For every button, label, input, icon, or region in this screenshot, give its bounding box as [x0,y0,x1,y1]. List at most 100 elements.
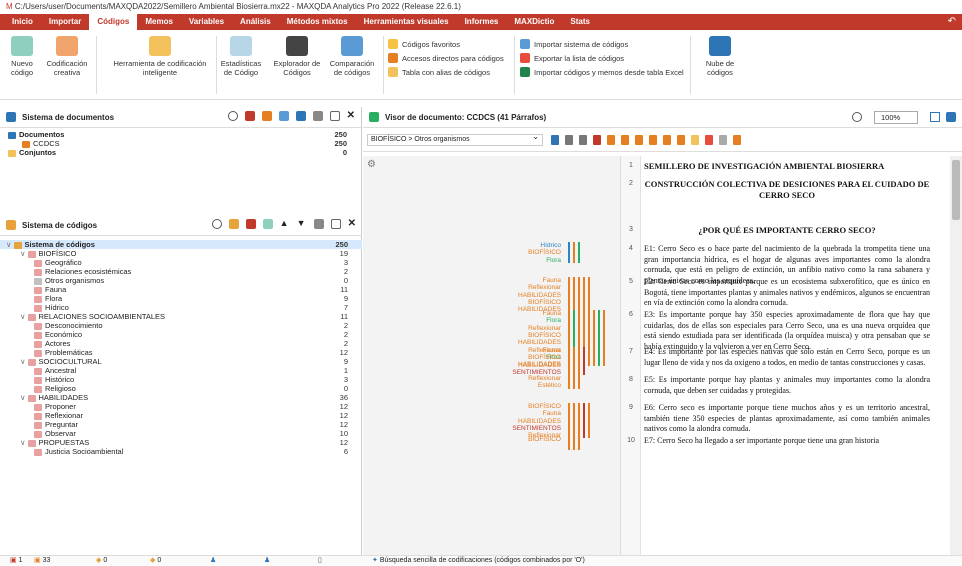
chevron-down-icon[interactable]: ∨ [20,393,26,402]
coding-tool-icon[interactable] [551,134,559,145]
code-stripe-label[interactable]: SENTIMIENTOS [481,425,561,432]
code-stripe-bar[interactable] [573,277,575,312]
code-stripe-label[interactable]: Estético [481,382,561,389]
filter-icon[interactable] [261,111,272,121]
code-system-root[interactable]: ∨ Sistema de códigos 250 [0,240,362,249]
creative-coding-button[interactable]: Codificación creativa [42,36,92,77]
code-tree-item[interactable]: ∨ BIOFÍSICO 19 [0,249,362,258]
paragraph[interactable]: E3: Es importante porque hay 350 especie… [644,310,930,352]
code-stripe-label[interactable]: BIOFÍSICO [481,354,561,361]
code-stripe-label[interactable]: HABILIDADES [481,362,561,369]
paragraph[interactable]: CONSTRUCCIÓN COLECTIVA DE DESICIONES PAR… [644,179,930,200]
code-stripe-label[interactable]: Fauna [481,277,561,284]
code-stripe-bar[interactable] [568,277,570,312]
code-stripe-bar[interactable] [583,403,585,438]
filter-icon[interactable] [245,219,256,229]
zoom-select[interactable]: 100% [874,111,918,124]
gear-icon[interactable]: ⚙ [367,159,376,170]
code-stripe-bars[interactable] [568,347,585,375]
code-stripe-bar[interactable] [603,310,605,366]
viewer-search-icon[interactable] [852,112,862,122]
code-stats-button[interactable]: Estadísticas de Código [218,36,264,77]
search-icon[interactable] [227,111,238,121]
menu-tab[interactable]: Stats [562,14,598,30]
paragraph[interactable]: SEMILLERO DE INVESTIGACIÓN AMBIENTAL BIO… [644,161,930,172]
code-tree-item[interactable]: Preguntar 12 [0,420,362,429]
menu-tab[interactable]: Métodos mixtos [279,14,356,30]
coding-tool-icon[interactable] [565,134,573,145]
code-tree-item[interactable]: Desconocimiento 2 [0,321,362,330]
code-tree-item[interactable]: Hídrico 7 [0,303,362,312]
code-stripe-bar[interactable] [578,403,580,438]
code-stripe-bar[interactable] [588,403,590,438]
code-tree-item[interactable]: Relaciones ecosistémicas 2 [0,267,362,276]
menu-tab[interactable]: Herramientas visuales [356,14,457,30]
layout-icon[interactable] [930,112,940,122]
code-stripe-bars[interactable] [568,375,580,389]
code-stripe-bar[interactable] [573,242,575,263]
coding-tool-icon[interactable] [607,134,615,145]
activate-icon[interactable] [228,219,239,229]
code-stripe-label[interactable]: Fauna [481,410,561,417]
smart-coding-button[interactable]: Herramienta de codificación inteligente [110,36,210,77]
code-cloud-button[interactable]: Nube de códigos [700,36,740,77]
code-stripe-bar[interactable] [578,347,580,375]
vertical-scrollbar[interactable] [950,156,962,555]
code-stripe-bar[interactable] [568,375,570,389]
code-stripe-label[interactable]: BIOFÍSICO [481,403,561,410]
alias-table-button[interactable]: Tabla con alias de códigos [388,66,490,78]
code-stripe-bar[interactable] [573,347,575,375]
export-icon[interactable] [946,112,956,122]
code-stripe-label[interactable]: BIOFÍSICO [481,299,561,306]
code-stripe-label[interactable]: Hídrico [481,242,561,249]
paragraph[interactable]: E5: Es importante porque hay plantas y a… [644,375,930,396]
coding-tool-icon[interactable] [635,134,643,145]
paragraph[interactable]: E7: Cerro Seco ha llegado a ser importan… [644,436,930,447]
document-tree-item[interactable]: CCDCS 250 [0,139,361,148]
code-stripe-label[interactable]: Reflexionar [481,325,561,332]
compare-codes-button[interactable]: Comparación de códigos [328,36,376,77]
code-stripe-label[interactable]: Reflexionar [481,284,561,291]
code-tree-item[interactable]: Observar 10 [0,429,362,438]
code-stripe-bar[interactable] [568,242,570,263]
code-tree-item[interactable]: ∨ SOCIOCULTURAL 9 [0,357,362,366]
import-doc-icon[interactable] [278,111,289,121]
coding-tool-icon[interactable] [719,134,727,145]
menu-tab[interactable]: MAXDictio [506,14,562,30]
dock-icon[interactable] [329,111,340,121]
document-tree-item[interactable]: Documentos 250 [0,130,361,139]
code-tree-item[interactable]: Económico 2 [0,330,362,339]
code-tree-item[interactable]: ∨ HABILIDADES 36 [0,393,362,402]
code-stripe-bar[interactable] [573,403,575,438]
code-tree-item[interactable]: Actores 2 [0,339,362,348]
code-tree-item[interactable]: Otros organismos 0 [0,276,362,285]
coding-tool-icon[interactable] [677,134,685,145]
paragraph[interactable]: ¿POR QUÉ ES IMPORTANTE CERRO SECO? [644,225,930,236]
new-code-button[interactable]: Nuevo código [4,36,40,77]
import-code-system-button[interactable]: Importar sistema de códigos [520,38,628,50]
close-icon[interactable]: ✕ [347,111,355,121]
coding-tool-icon[interactable] [705,134,713,145]
chevron-down-icon[interactable]: ∨ [6,240,12,249]
code-stripe-bar[interactable] [578,242,580,263]
coding-tool-icon[interactable] [663,134,671,145]
document-text[interactable]: SEMILLERO DE INVESTIGACIÓN AMBIENTAL BIO… [644,156,934,555]
chevron-down-icon[interactable]: ∨ [20,438,26,447]
undo-icon[interactable]: ↶ [948,14,956,30]
code-tree-item[interactable]: Flora 9 [0,294,362,303]
code-stripe-label[interactable]: HABILIDADES [481,292,561,299]
code-stripe-bars[interactable] [568,403,590,438]
coding-tool-icon[interactable] [691,134,699,145]
menu-tab[interactable]: Inicio [4,14,41,30]
code-stripe-bar[interactable] [573,375,575,389]
document-tree-item[interactable]: Conjuntos 0 [0,148,361,157]
code-tree-item[interactable]: Fauna 11 [0,285,362,294]
code-explorer-button[interactable]: Explorador de Códigos [268,36,326,77]
code-stripe-label[interactable]: BIOFÍSICO [481,249,561,256]
menu-tab[interactable]: Variables [181,14,232,30]
code-tree-item[interactable]: Religioso 0 [0,384,362,393]
paragraph[interactable]: E6: Cerro seco es importante porque tien… [644,403,930,435]
code-tree-item[interactable]: Reflexionar 12 [0,411,362,420]
code-stripe-label[interactable]: HABILIDADES [481,339,561,346]
code-stripe-bar[interactable] [568,347,570,375]
